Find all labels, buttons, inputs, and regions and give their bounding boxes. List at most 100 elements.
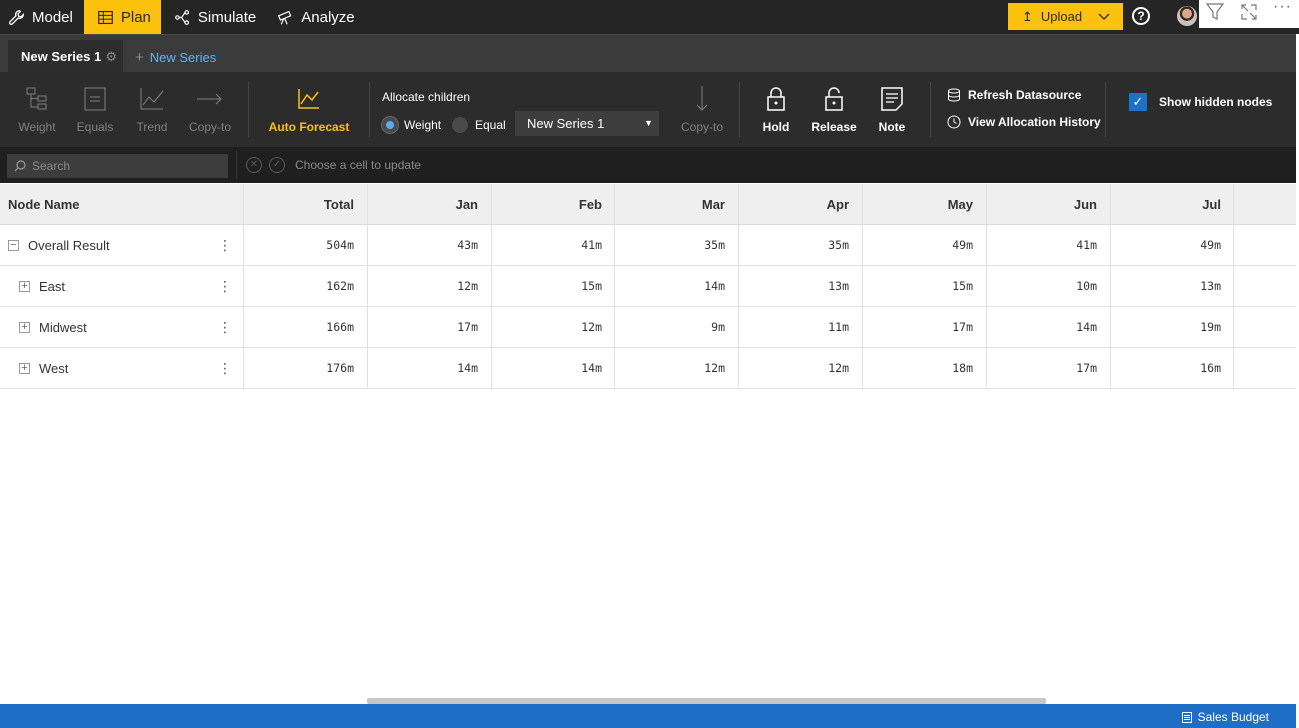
- value-cell[interactable]: 41m: [986, 225, 1110, 265]
- header-jan[interactable]: Jan: [367, 184, 491, 224]
- value-cell[interactable]: 14m: [491, 348, 615, 388]
- value-cell[interactable]: 35m: [614, 225, 738, 265]
- trend-button[interactable]: Trend: [128, 86, 176, 134]
- value-cell[interactable]: 43m: [367, 225, 491, 265]
- expand-node-icon[interactable]: +: [19, 280, 30, 292]
- header-jun[interactable]: Jun: [986, 184, 1110, 224]
- gear-icon[interactable]: ⚙: [105, 49, 117, 65]
- header-mar[interactable]: Mar: [614, 184, 738, 224]
- nav-simulate[interactable]: Simulate: [161, 0, 267, 34]
- arrow-right-icon: [197, 93, 222, 105]
- release-button[interactable]: Release: [810, 86, 858, 134]
- row-node-name[interactable]: + Midwest: [0, 307, 243, 347]
- value-cell[interactable]: 14m: [367, 348, 491, 388]
- value-cell[interactable]: 13m: [738, 266, 862, 306]
- filter-icon[interactable]: [1205, 2, 1225, 22]
- value-cell[interactable]: 49m: [862, 225, 986, 265]
- view-allocation-history-button[interactable]: View Allocation History: [947, 115, 1101, 129]
- value-cell[interactable]: 176m: [243, 348, 367, 388]
- header-apr[interactable]: Apr: [738, 184, 862, 224]
- value-cell[interactable]: 49m: [1110, 225, 1234, 265]
- value-cell[interactable]: 19m: [1110, 307, 1234, 347]
- table-row: + Midwest ⋮ 166m 17m 12m 9m 11m 17m 14m 19m: [0, 307, 1296, 348]
- value-cell[interactable]: 12m: [738, 348, 862, 388]
- auto-forecast-button[interactable]: Auto Forecast: [266, 86, 352, 134]
- arrow-down-icon: [696, 86, 708, 111]
- avatar[interactable]: [1177, 6, 1197, 26]
- value-cell[interactable]: 16m: [1110, 348, 1234, 388]
- copy-to-button[interactable]: Copy-to: [186, 86, 234, 134]
- more-options-icon[interactable]: ···: [1273, 0, 1292, 16]
- value-cell[interactable]: 35m: [738, 225, 862, 265]
- nav-model[interactable]: Model: [0, 0, 84, 34]
- node-name-label: West: [39, 360, 69, 376]
- value-cell[interactable]: 18m: [862, 348, 986, 388]
- help-icon[interactable]: ?: [1132, 7, 1150, 25]
- collapse-node-icon[interactable]: −: [8, 239, 19, 251]
- radio-weight[interactable]: [382, 117, 398, 133]
- header-jul[interactable]: Jul: [1110, 184, 1234, 224]
- weight-button[interactable]: Weight: [13, 86, 61, 134]
- confirm-edit-icon[interactable]: ✓: [269, 157, 285, 173]
- series-dropdown-value: New Series 1: [527, 116, 605, 131]
- series-tab-bar: New Series 1 ⚙ + New Series: [0, 34, 1296, 73]
- tab-new-series-1[interactable]: New Series 1 ⚙: [8, 40, 123, 73]
- row-menu-icon[interactable]: ⋮: [218, 237, 232, 254]
- header-feb[interactable]: Feb: [491, 184, 615, 224]
- radio-equal[interactable]: [452, 117, 468, 133]
- cell-update-hint: Choose a cell to update: [295, 158, 422, 172]
- value-cell[interactable]: 12m: [491, 307, 615, 347]
- series-dropdown[interactable]: New Series 1 ▼: [515, 111, 659, 136]
- expand-node-icon[interactable]: +: [19, 321, 30, 333]
- report-name[interactable]: Sales Budget: [1181, 710, 1269, 724]
- nav-analyze[interactable]: Analyze: [267, 0, 365, 34]
- value-cell[interactable]: 14m: [986, 307, 1110, 347]
- value-cell[interactable]: 15m: [491, 266, 615, 306]
- value-cell[interactable]: 9m: [614, 307, 738, 347]
- add-series-button[interactable]: + New Series: [135, 49, 216, 66]
- history-clock-icon: [947, 115, 961, 129]
- value-cell[interactable]: 17m: [367, 307, 491, 347]
- value-cell[interactable]: 10m: [986, 266, 1110, 306]
- upload-button[interactable]: ↥ Upload: [1008, 3, 1123, 30]
- value-cell[interactable]: 14m: [614, 266, 738, 306]
- row-node-name[interactable]: + East: [0, 266, 243, 306]
- expand-node-icon[interactable]: +: [19, 362, 30, 374]
- nav-simulate-label: Simulate: [197, 8, 257, 26]
- search-input[interactable]: Search: [7, 154, 228, 178]
- row-node-name[interactable]: + West: [0, 348, 243, 388]
- copy-to-series-button[interactable]: Copy-to: [678, 86, 726, 134]
- equals-button[interactable]: Equals: [71, 86, 119, 134]
- hold-button[interactable]: Hold: [754, 86, 798, 134]
- header-may[interactable]: May: [862, 184, 986, 224]
- row-node-name[interactable]: − Overall Result: [0, 225, 243, 265]
- refresh-datasource-button[interactable]: Refresh Datasource: [947, 88, 1081, 102]
- value-cell[interactable]: 13m: [1110, 266, 1234, 306]
- expand-icon[interactable]: [1239, 2, 1259, 22]
- header-total[interactable]: Total: [243, 184, 367, 224]
- value-cell[interactable]: 162m: [243, 266, 367, 306]
- value-cell[interactable]: 504m: [243, 225, 367, 265]
- cancel-edit-icon[interactable]: ✕: [246, 157, 262, 173]
- show-hidden-checkbox[interactable]: ✓: [1129, 93, 1147, 111]
- grid-header-row: Node Name Total Jan Feb Mar Apr May Jun …: [0, 184, 1296, 225]
- nav-analyze-label: Analyze: [301, 8, 355, 26]
- row-menu-icon[interactable]: ⋮: [218, 360, 232, 377]
- status-bar: Sales Budget: [0, 704, 1296, 728]
- data-grid: Node Name Total Jan Feb Mar Apr May Jun …: [0, 184, 1296, 389]
- value-cell[interactable]: 11m: [738, 307, 862, 347]
- value-cell[interactable]: 17m: [986, 348, 1110, 388]
- header-node-name[interactable]: Node Name: [0, 184, 243, 224]
- note-button[interactable]: Note: [869, 86, 915, 134]
- radio-equal-label: Equal: [475, 118, 506, 132]
- value-cell[interactable]: 166m: [243, 307, 367, 347]
- upload-arrow-icon: ↥: [1022, 8, 1033, 24]
- nav-plan[interactable]: Plan: [83, 0, 161, 34]
- value-cell[interactable]: 17m: [862, 307, 986, 347]
- value-cell[interactable]: 12m: [367, 266, 491, 306]
- row-menu-icon[interactable]: ⋮: [218, 319, 232, 336]
- value-cell[interactable]: 12m: [614, 348, 738, 388]
- row-menu-icon[interactable]: ⋮: [218, 278, 232, 295]
- value-cell[interactable]: 41m: [491, 225, 615, 265]
- value-cell[interactable]: 15m: [862, 266, 986, 306]
